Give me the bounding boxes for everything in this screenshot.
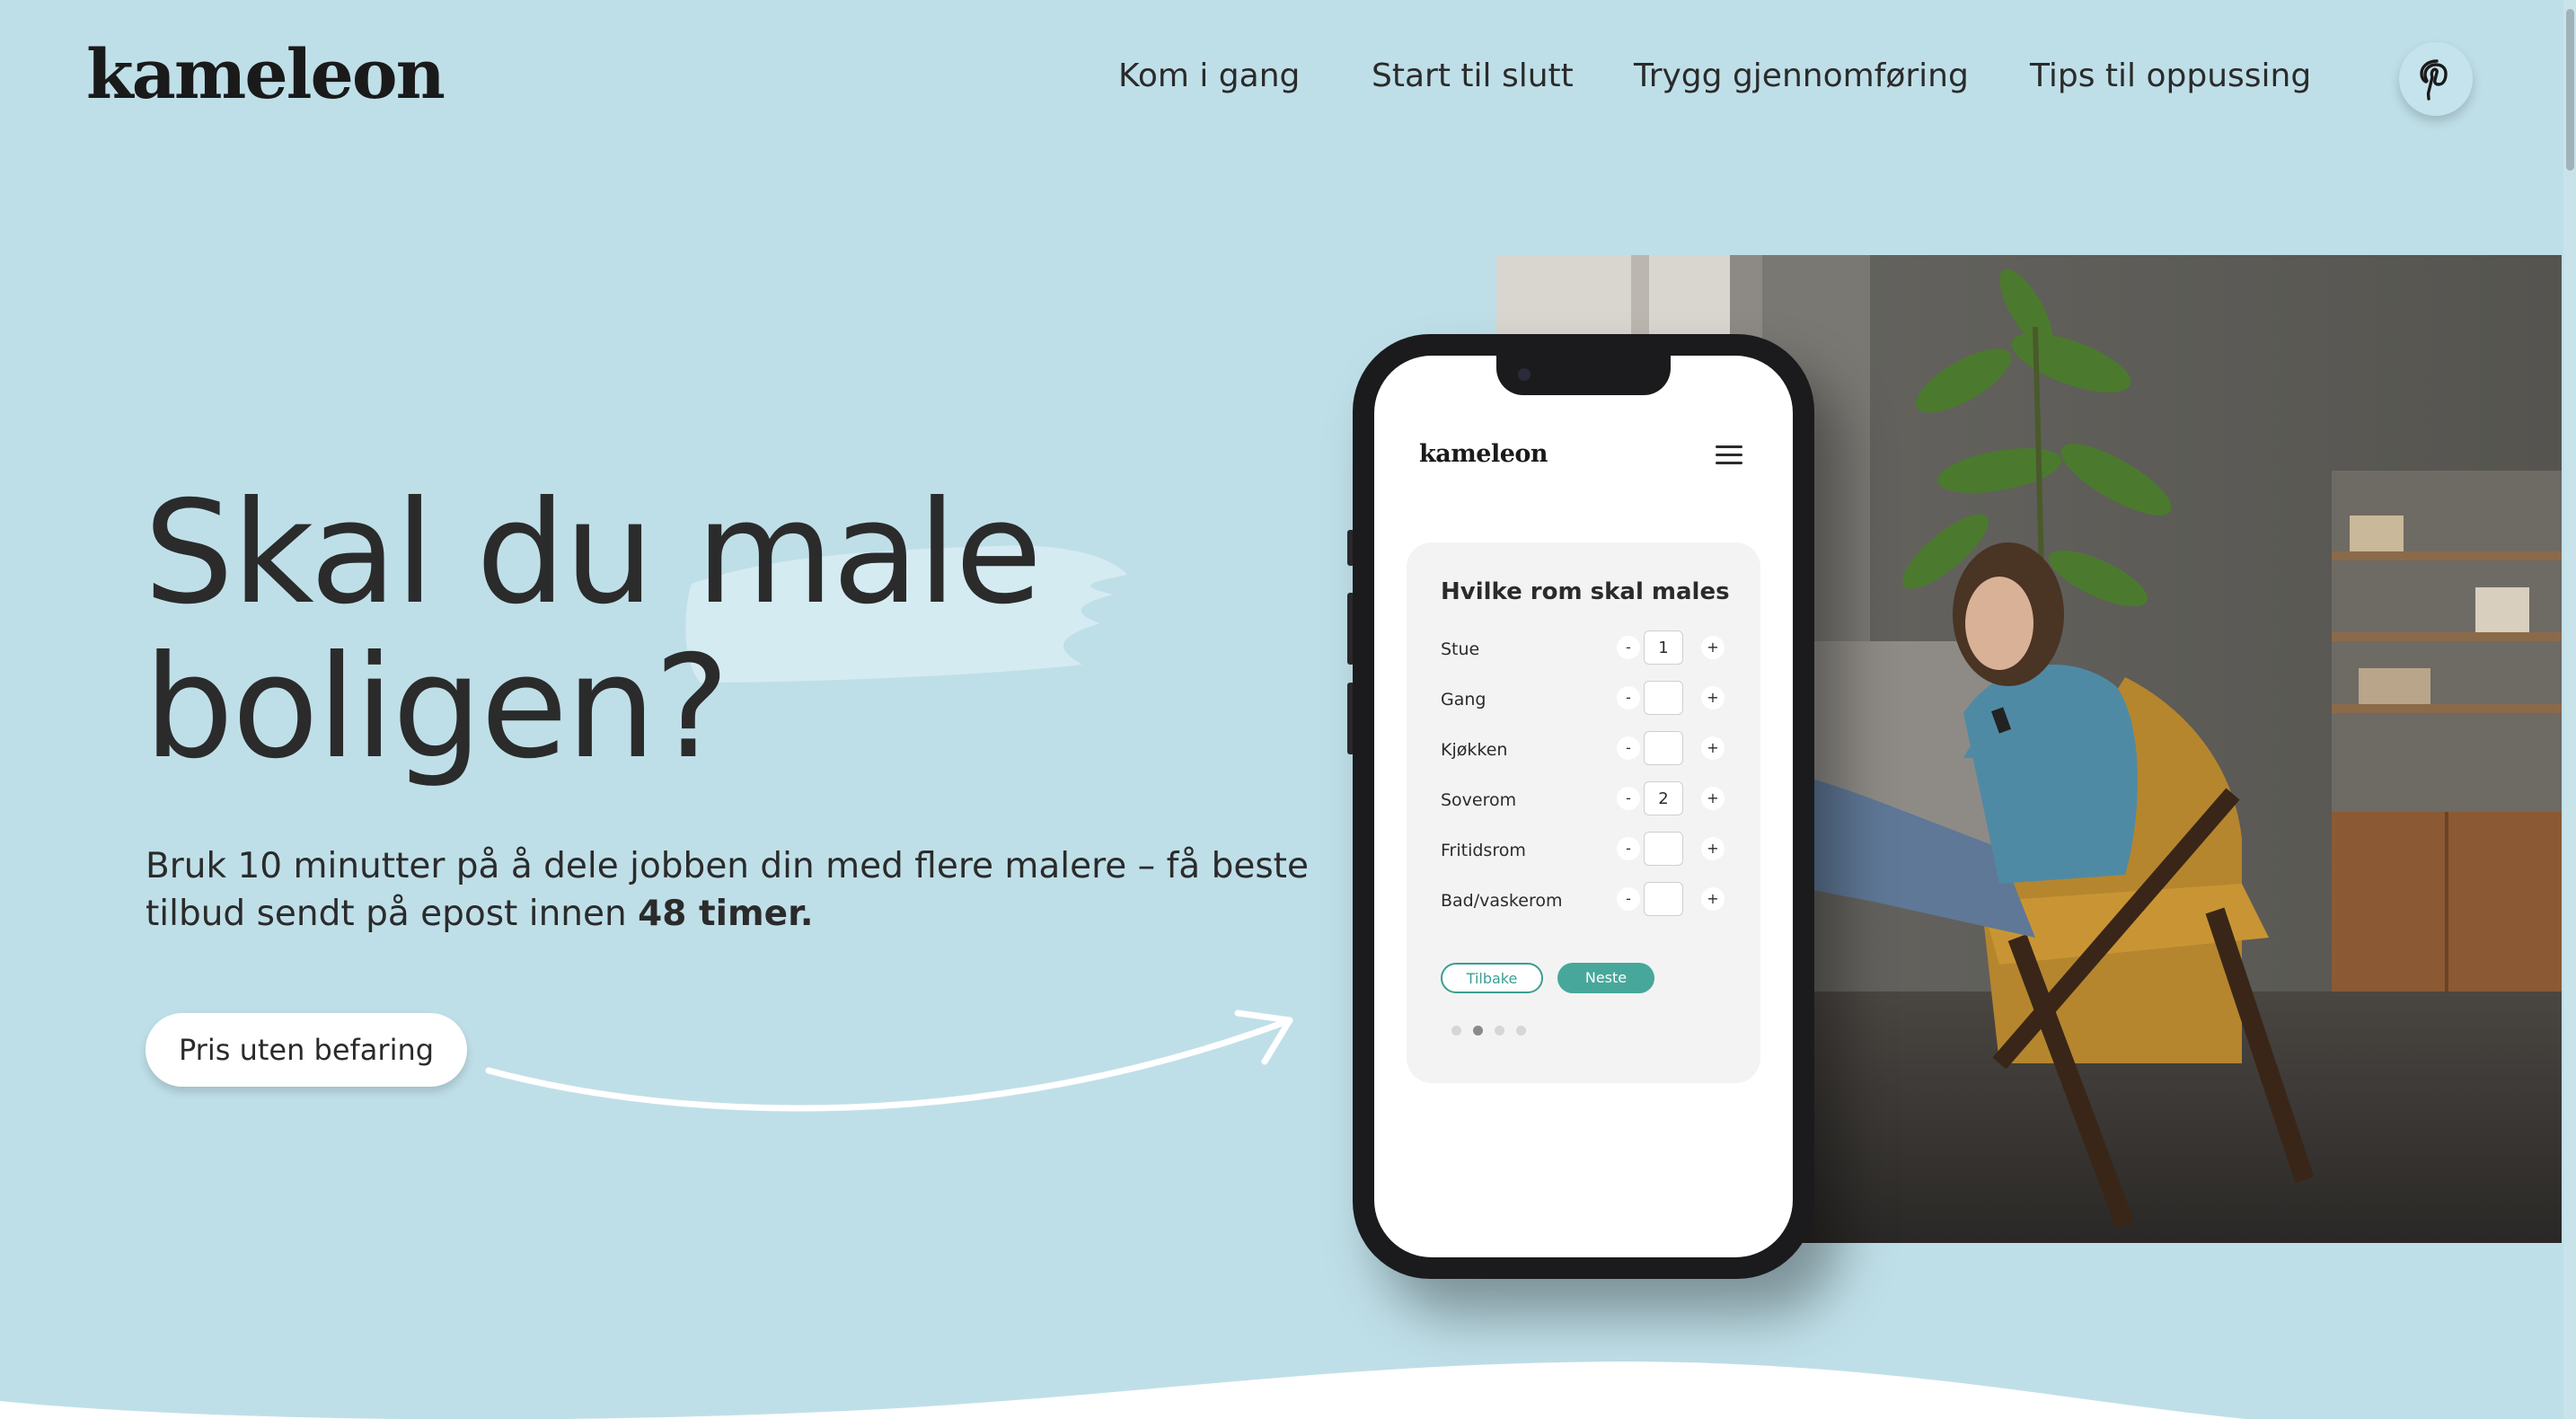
room-label: Soverom <box>1441 790 1517 810</box>
room-label: Stue <box>1441 639 1480 659</box>
increment-button[interactable]: + <box>1701 636 1725 659</box>
section-divider-wave <box>0 1362 2245 1419</box>
room-label: Fritidsrom <box>1441 841 1526 860</box>
step-dot-active <box>1473 1026 1483 1036</box>
room-count-input[interactable] <box>1644 681 1683 715</box>
room-label: Kjøkken <box>1441 740 1508 760</box>
decrement-button[interactable]: - <box>1617 736 1640 760</box>
room-row-soverom: Soverom - 2 + <box>1441 781 1728 817</box>
hamburger-menu-icon[interactable] <box>1716 445 1742 465</box>
increment-button[interactable]: + <box>1701 787 1725 810</box>
room-row-stue: Stue - 1 + <box>1441 630 1728 666</box>
phone-mockup: kameleon Hvilke rom skal males Stue - 1 … <box>1353 334 1814 1279</box>
decrement-button[interactable]: - <box>1617 686 1640 710</box>
card-title: Hvilke rom skal males <box>1441 578 1730 605</box>
increment-button[interactable]: + <box>1701 736 1725 760</box>
decrement-button[interactable]: - <box>1617 636 1640 659</box>
room-label: Gang <box>1441 690 1486 710</box>
room-count-input[interactable]: 1 <box>1644 630 1683 665</box>
next-button[interactable]: Neste <box>1557 963 1654 993</box>
decrement-button[interactable]: - <box>1617 837 1640 860</box>
increment-button[interactable]: + <box>1701 887 1725 911</box>
room-count-input[interactable]: 2 <box>1644 781 1683 815</box>
room-row-fritidsrom: Fritidsrom - + <box>1441 832 1728 868</box>
room-count-input[interactable] <box>1644 731 1683 765</box>
page: kameleon Kom i gang Start til slutt Tryg… <box>0 0 2576 1419</box>
app-logo[interactable]: kameleon <box>1419 440 1548 468</box>
decrement-button[interactable]: - <box>1617 787 1640 810</box>
room-count-input[interactable] <box>1644 882 1683 916</box>
step-dot <box>1451 1026 1461 1036</box>
page-scrollbar[interactable] <box>2563 0 2576 1419</box>
room-selection-card: Hvilke rom skal males Stue - 1 + Gang - … <box>1407 542 1760 1083</box>
camera-icon <box>1518 368 1531 381</box>
increment-button[interactable]: + <box>1701 686 1725 710</box>
increment-button[interactable]: + <box>1701 837 1725 860</box>
back-button[interactable]: Tilbake <box>1441 963 1543 993</box>
step-dot <box>1516 1026 1526 1036</box>
room-count-input[interactable] <box>1644 832 1683 866</box>
step-dot <box>1495 1026 1504 1036</box>
room-row-bad-vaskerom: Bad/vaskerom - + <box>1441 882 1728 918</box>
room-label: Bad/vaskerom <box>1441 891 1563 911</box>
scrollbar-thumb[interactable] <box>2566 9 2574 171</box>
room-row-kjokken: Kjøkken - + <box>1441 731 1728 767</box>
phone-screen: kameleon Hvilke rom skal males Stue - 1 … <box>1374 356 1793 1257</box>
room-row-gang: Gang - + <box>1441 681 1728 717</box>
decrement-button[interactable]: - <box>1617 887 1640 911</box>
